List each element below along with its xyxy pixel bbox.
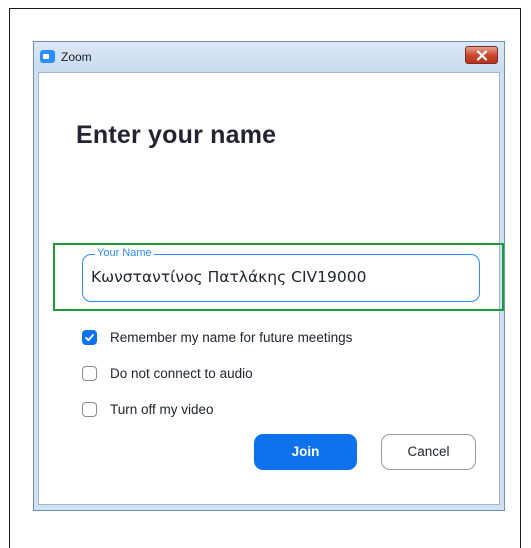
video-off-checkbox[interactable] bbox=[82, 401, 97, 417]
name-highlight-box bbox=[53, 243, 504, 311]
zoom-app-icon bbox=[40, 50, 55, 63]
page-title: Enter your name bbox=[76, 121, 277, 149]
no-audio-checkbox[interactable] bbox=[82, 365, 97, 381]
close-button[interactable] bbox=[465, 46, 498, 64]
window-title: Zoom bbox=[61, 50, 92, 64]
remember-name-label: Remember my name for future meetings bbox=[110, 329, 353, 345]
cancel-button[interactable]: Cancel bbox=[381, 434, 476, 470]
join-button[interactable]: Join bbox=[254, 434, 357, 470]
close-icon bbox=[476, 50, 488, 61]
video-off-label: Turn off my video bbox=[110, 401, 214, 417]
remember-name-option[interactable]: Remember my name for future meetings bbox=[82, 327, 352, 347]
remember-name-checkbox[interactable] bbox=[82, 329, 97, 345]
no-audio-label: Do not connect to audio bbox=[110, 365, 253, 381]
video-off-option[interactable]: Turn off my video bbox=[82, 399, 214, 419]
checkmark-icon bbox=[85, 333, 94, 341]
title-bar[interactable]: Zoom bbox=[34, 42, 504, 72]
no-audio-option[interactable]: Do not connect to audio bbox=[82, 363, 253, 383]
